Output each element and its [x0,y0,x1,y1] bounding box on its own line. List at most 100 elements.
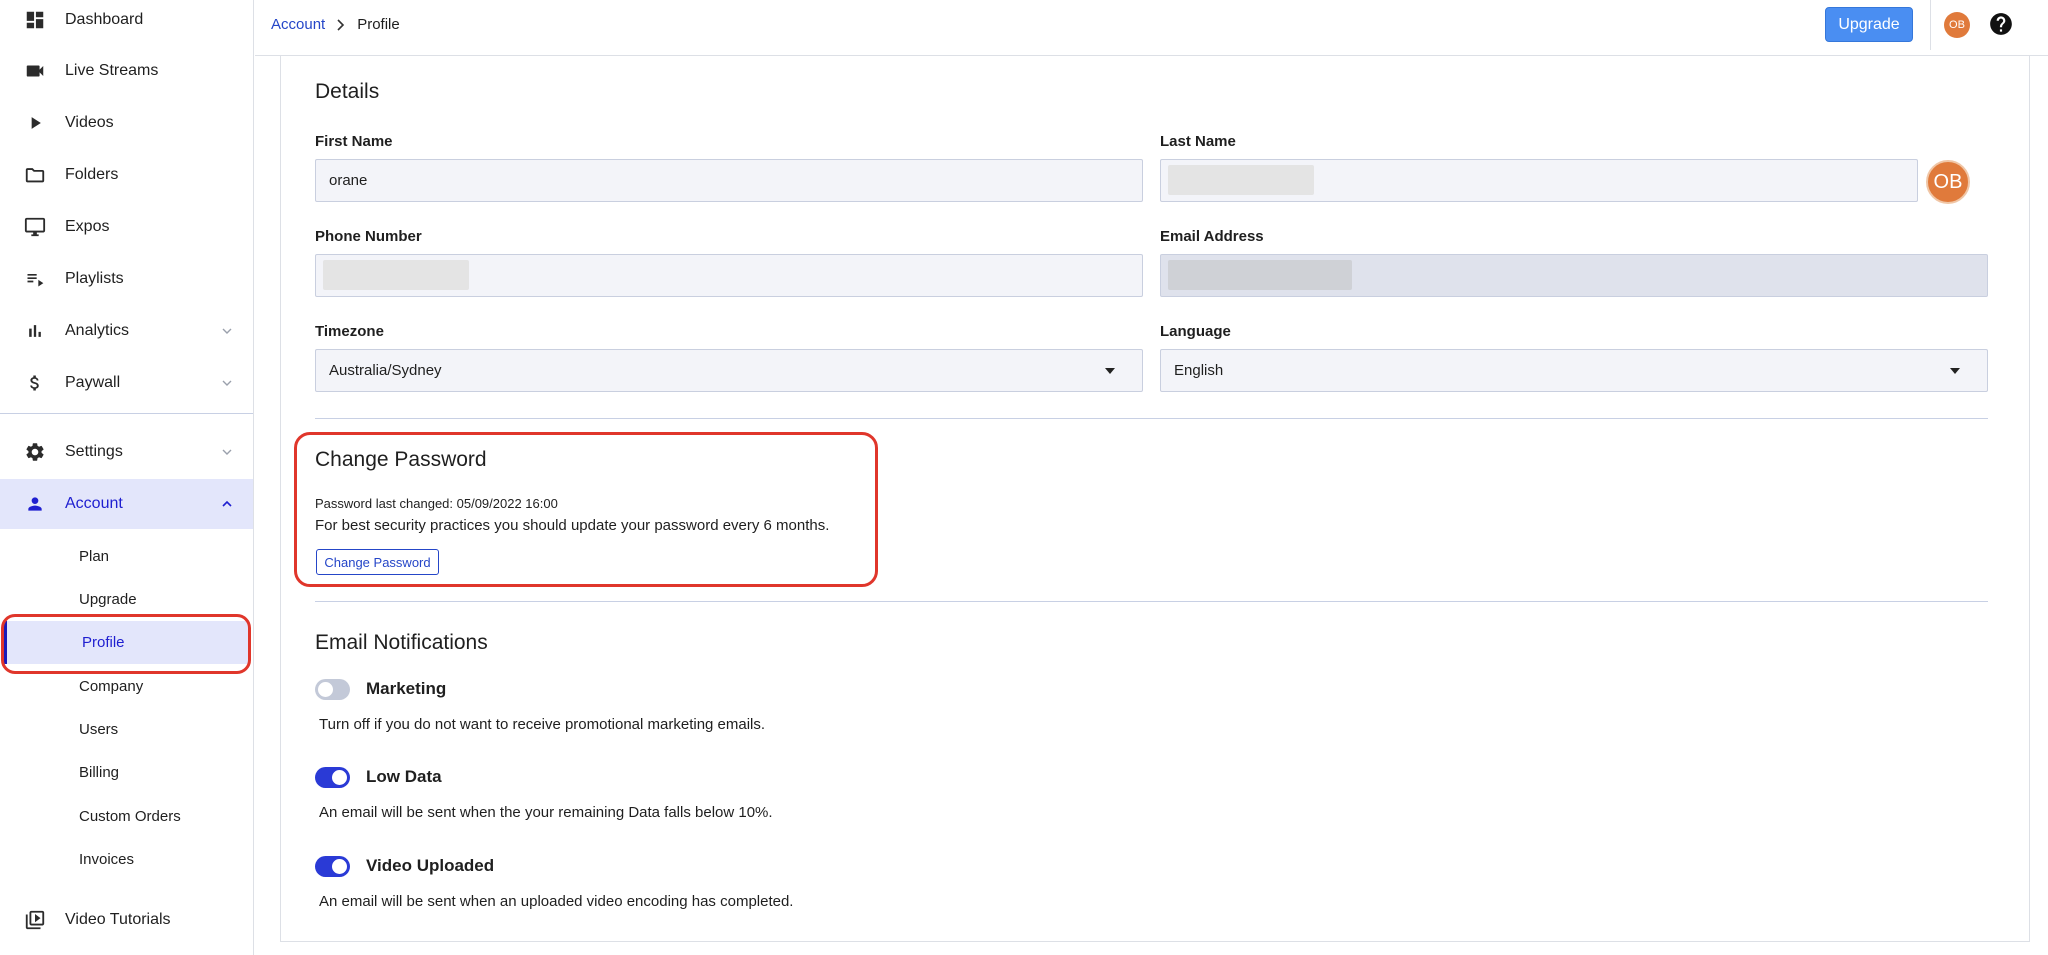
sidebar-item-label: Folders [65,166,119,183]
sidebar-subitem-label: Billing [79,764,120,781]
chevron-right-icon [337,18,345,31]
sidebar-item-settings[interactable]: Settings [0,427,253,477]
sidebar-subitem-invoices[interactable]: Invoices [0,838,253,881]
breadcrumb-account-link[interactable]: Account [271,16,325,33]
redacted-email [1168,260,1352,290]
help-circle-icon[interactable] [1988,11,2014,37]
sidebar-subitem-label: Profile [82,634,125,651]
sidebar-item-live-streams[interactable]: Live Streams [0,46,253,96]
sidebar-item-label: Playlists [65,270,124,287]
sidebar-item-label: Analytics [65,322,130,339]
sidebar: Dashboard Live Streams Videos Folders Ex… [0,0,254,955]
dollar-icon [22,370,48,396]
sidebar-item-expos[interactable]: Expos [0,202,253,252]
phone-label: Phone Number [315,228,422,245]
sidebar-subitem-company[interactable]: Company [0,665,253,708]
chevron-down-icon [222,449,232,455]
video-uploaded-title: Video Uploaded [366,856,495,875]
sidebar-divider [0,413,253,414]
caret-down-icon [1105,368,1115,374]
sidebar-item-account[interactable]: Account [0,479,253,529]
email-notifications-heading: Email Notifications [315,631,488,654]
sidebar-subitem-profile[interactable]: Profile [4,621,248,664]
folder-icon [22,162,48,188]
sidebar-item-label: Expos [65,218,110,235]
dashboard-icon [22,7,48,33]
breadcrumb-current: Profile [357,16,400,33]
toggle-knob [332,770,347,785]
language-select[interactable]: English [1160,349,1988,392]
sidebar-item-analytics[interactable]: Analytics [0,306,253,356]
sidebar-item-label: Live Streams [65,62,159,79]
sidebar-item-paywall[interactable]: Paywall [0,358,253,408]
sidebar-item-label: Settings [65,443,123,460]
timezone-value: Australia/Sydney [329,362,442,379]
chevron-down-icon [222,328,232,334]
sidebar-subitem-label: Company [79,678,144,695]
sidebar-item-label: Paywall [65,374,121,391]
playlist-icon [22,266,48,292]
breadcrumb: Account Profile [271,16,400,33]
low-data-toggle[interactable] [315,767,350,788]
sidebar-item-playlists[interactable]: Playlists [0,254,253,304]
password-last-changed: Password last changed: 05/09/2022 16:00 [315,496,558,511]
gear-icon [22,439,48,465]
sidebar-subitem-upgrade[interactable]: Upgrade [0,578,253,621]
topbar: Account Profile Upgrade OB [255,0,2048,56]
person-icon [22,491,48,517]
video-uploaded-toggle[interactable] [315,856,350,877]
section-divider [315,418,1988,419]
chevron-up-icon [222,500,232,507]
sidebar-subitem-custom-orders[interactable]: Custom Orders [0,795,253,838]
sidebar-subitem-label: Invoices [79,851,135,868]
redacted-last-name [1168,165,1314,195]
email-label: Email Address [1160,228,1264,245]
sidebar-subitem-label: Users [79,721,119,738]
sidebar-item-label: Video Tutorials [65,911,171,928]
sidebar-item-dashboard[interactable]: Dashboard [0,0,253,45]
monitor-icon [22,214,48,240]
sidebar-item-video-tutorials[interactable]: Video Tutorials [0,895,253,945]
timezone-select[interactable]: Australia/Sydney [315,349,1143,392]
first-name-field[interactable]: orane [315,159,1143,202]
video-uploaded-description: An email will be sent when an uploaded v… [319,893,794,910]
sidebar-subitem-label: Custom Orders [79,808,181,825]
sidebar-subitem-plan[interactable]: Plan [0,535,253,578]
sidebar-item-label: Account [65,495,123,512]
topbar-divider [1930,0,1931,50]
password-advice: For best security practices you should u… [315,517,830,534]
toggle-knob [318,682,333,697]
sidebar-item-videos[interactable]: Videos [0,98,253,148]
toggle-knob [332,859,347,874]
chevron-down-icon [222,380,232,386]
avatar[interactable]: OB [1944,12,1970,38]
bar-chart-icon [22,318,48,344]
low-data-description: An email will be sent when the your rema… [319,804,773,821]
sidebar-item-folders[interactable]: Folders [0,150,253,200]
marketing-description: Turn off if you do not want to receive p… [319,716,766,733]
low-data-title: Low Data [366,767,442,786]
play-icon [22,110,48,136]
first-name-label: First Name [315,133,393,150]
details-heading: Details [315,80,380,103]
profile-avatar[interactable]: OB [1926,160,1970,204]
language-label: Language [1160,323,1231,340]
section-divider [315,601,1988,602]
language-value: English [1174,362,1224,379]
last-name-label: Last Name [1160,133,1236,150]
sidebar-subitem-billing[interactable]: Billing [0,751,253,794]
upgrade-button[interactable]: Upgrade [1825,7,1913,42]
sidebar-item-label: Dashboard [65,11,144,28]
video-camera-icon [22,58,48,84]
sidebar-item-label: Videos [65,114,114,131]
sidebar-subitem-label: Upgrade [79,591,137,608]
marketing-title: Marketing [366,679,447,698]
change-password-heading: Change Password [315,448,487,471]
timezone-label: Timezone [315,323,384,340]
video-library-icon [22,907,48,933]
change-password-button[interactable]: Change Password [316,549,439,575]
redacted-phone [323,260,469,290]
marketing-toggle[interactable] [315,679,350,700]
sidebar-subitem-users[interactable]: Users [0,708,253,751]
first-name-value: orane [329,172,368,189]
